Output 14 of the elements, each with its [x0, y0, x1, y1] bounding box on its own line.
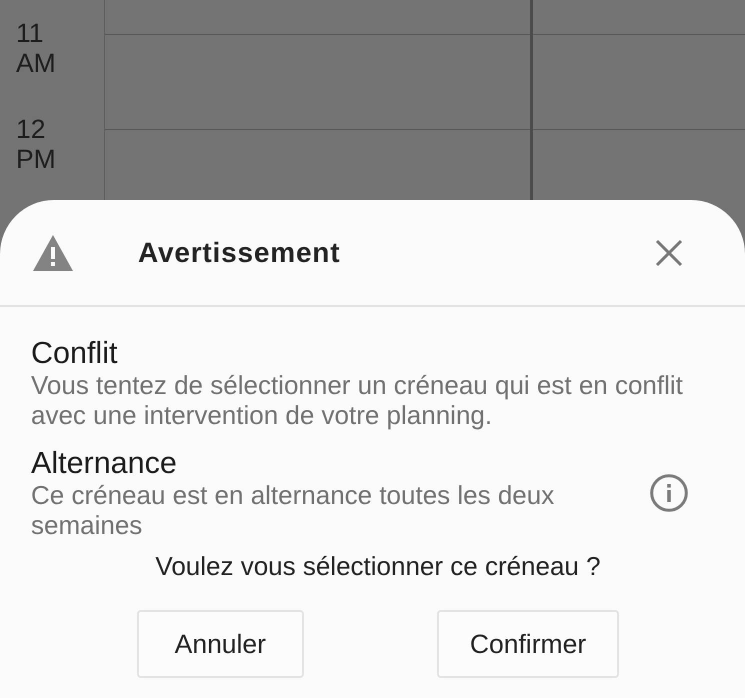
close-button[interactable]: [655, 238, 683, 266]
close-icon: [655, 238, 683, 266]
dialog-button[interactable]: Confirmer: [436, 610, 620, 678]
time-label: 11 AM: [16, 18, 57, 78]
section-heading: Conflit: [31, 336, 118, 370]
dialog-button[interactable]: Annuler: [136, 610, 304, 678]
dialog-title: Avertissement: [138, 236, 340, 268]
confirmation-question: Voulez vous sélectionner ce créneau ?: [154, 551, 602, 581]
info-icon[interactable]: [650, 474, 688, 512]
section-description: Vous tentez de sélectionner un créneau qui est en conflit avec une intervention de votre planning.: [31, 370, 684, 430]
warning-icon: [33, 234, 73, 270]
section-description: Ce créneau est en alternance toutes les deux semaines: [31, 480, 556, 540]
section-heading: Alternance: [31, 446, 178, 480]
time-label: 12 PM: [16, 114, 57, 174]
